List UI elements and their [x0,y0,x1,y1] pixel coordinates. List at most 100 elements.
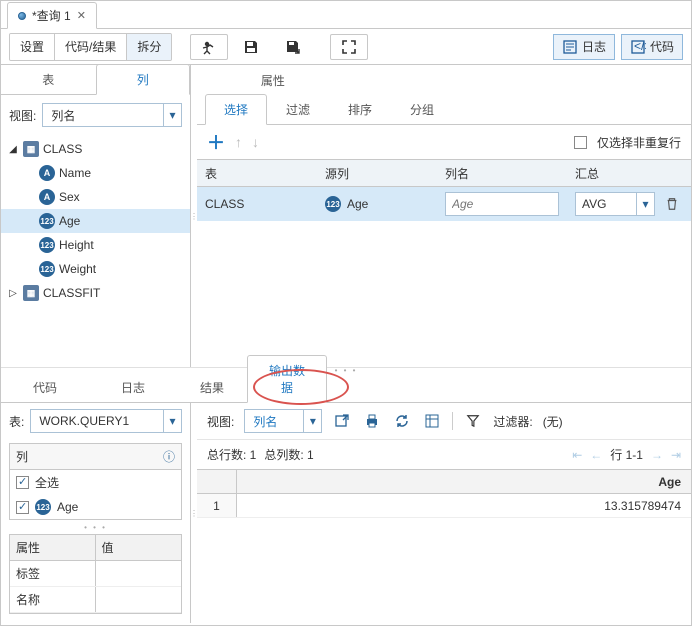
move-down-button[interactable]: ↓ [252,134,259,150]
tree-col-height[interactable]: 123Height [1,233,190,257]
tree-col-name[interactable]: AName [1,161,190,185]
view-button-group: 设置 代码/结果 拆分 [9,33,172,61]
refresh-icon [394,413,410,429]
next-page-button[interactable]: → [651,448,663,462]
dirty-indicator-icon [18,12,26,20]
tab-filter[interactable]: 过滤 [267,94,329,124]
output-data-grid: Age 1 13.315789474 [197,469,691,623]
total-rows: 总行数: 1 [207,446,256,463]
numeric-icon: 123 [39,213,55,229]
tree-node-class[interactable]: ◢ ▦ CLASS [1,137,190,161]
run-button[interactable] [190,34,228,60]
tab-code-bottom[interactable]: 代码 [1,372,89,402]
row-table-cell: CLASS [197,197,317,211]
print-icon [364,413,380,429]
main-toolbar: 设置 代码/结果 拆分 日志 </> 代码 [1,29,691,65]
tree-col-sex[interactable]: ASex [1,185,190,209]
tree-node-classfit[interactable]: ▷ ▦ CLASSFIT [1,281,190,305]
left-pane: 表 列 视图: 列名 ▾ ◢ ▦ CLASS AName ASex 123Age… [1,65,191,367]
saveas-icon [285,39,301,55]
chevron-down-icon[interactable]: ▾ [636,193,654,215]
tree-col-weight[interactable]: 123Weight [1,257,190,281]
saveas-button[interactable] [274,34,312,60]
log-panel-button[interactable]: 日志 [553,34,615,60]
distinct-checkbox[interactable] [574,136,587,149]
numeric-icon: 123 [39,237,55,253]
delete-row-button[interactable] [665,197,679,211]
first-page-button[interactable]: ⇤ [572,448,582,462]
tab-log-bottom[interactable]: 日志 [89,372,177,402]
col-header-age[interactable]: Age [237,475,691,489]
filter-icon [466,414,480,428]
row-source-cell: 123 Age [317,196,437,212]
column-name-input[interactable] [445,192,559,216]
view-label: 视图: [9,107,36,124]
view-select[interactable]: 列名 ▾ [42,103,182,127]
code-results-button[interactable]: 代码/结果 [55,34,127,60]
query-sub-tabs: 选择 过滤 排序 分组 [197,95,691,125]
tab-result-bottom[interactable]: 结果 [177,372,247,402]
trash-icon [665,197,679,211]
tab-table[interactable]: 表 [1,64,96,94]
filter-button[interactable] [463,411,483,431]
table-icon: ▦ [23,285,39,301]
total-cols: 总列数: 1 [264,446,313,463]
output-table-select[interactable]: WORK.QUERY1▾ [30,409,182,433]
move-up-button[interactable]: ↑ [235,134,242,150]
save-icon [243,39,259,55]
tab-attributes[interactable]: 属性 [196,66,350,95]
code-panel-button[interactable]: </> 代码 [621,34,683,60]
panel-splitter[interactable]: • • • [1,524,190,530]
row-header-corner [197,470,237,493]
chevron-down-icon[interactable]: ▾ [163,410,181,432]
refresh-button[interactable] [392,411,412,431]
file-tab-strip: *查询 1 ✕ [1,1,691,29]
cell-age: 13.315789474 [237,499,691,513]
file-tab[interactable]: *查询 1 ✕ [7,2,97,29]
collapse-icon[interactable]: ◢ [7,144,19,155]
row-number: 1 [197,494,237,517]
chevron-down-icon[interactable]: ▾ [303,410,321,432]
prop-row-label[interactable]: 标签 [10,561,181,587]
collapse-columns-icon[interactable]: ⓘ [163,448,175,465]
add-column-button[interactable]: ＋ [207,129,225,155]
expand-icon[interactable]: ▷ [7,288,19,299]
tab-sort[interactable]: 排序 [329,94,391,124]
print-button[interactable] [362,411,382,431]
data-row[interactable]: 1 13.315789474 [197,494,691,518]
column-tree: ◢ ▦ CLASS AName ASex 123Age 123Height 12… [1,135,190,367]
last-page-button[interactable]: ⇥ [671,448,681,462]
open-icon [334,413,350,429]
filter-value: (无) [543,413,563,430]
select-grid-row[interactable]: CLASS 123 Age AVG▾ [197,187,691,221]
chevron-down-icon[interactable]: ▾ [163,104,181,126]
select-all-checkbox[interactable] [16,476,29,489]
prev-page-button[interactable]: ← [590,448,602,462]
filter-label: 过滤器: [493,413,532,430]
open-table-button[interactable] [332,411,352,431]
bottom-left-pane: 表: WORK.QUERY1▾ 列 ⓘ 全选 123 Age [1,403,191,623]
bottom-right-pane: 视图: 列名▾ 过滤器: (无) 总行数: 1 总列数: 1 ⇤ ← 行 1-1… [197,403,691,623]
tree-col-age[interactable]: 123Age [1,209,190,233]
fullscreen-button[interactable] [330,34,368,60]
tab-group[interactable]: 分组 [391,94,453,124]
save-button[interactable] [232,34,270,60]
tab-select[interactable]: 选择 [205,94,267,125]
aggregate-select[interactable]: AVG▾ [575,192,655,216]
select-all-row[interactable]: 全选 [10,470,181,495]
details-button[interactable] [422,411,442,431]
tab-column[interactable]: 列 [96,64,191,95]
col-check-age[interactable]: 123 Age [10,495,181,519]
right-pane: 属性 选择 过滤 排序 分组 ＋ ↑ ↓ 仅选择非重复行 表 源列 列名 汇总 … [197,65,691,367]
prop-row-name[interactable]: 名称 [10,587,181,613]
age-checkbox[interactable] [16,501,29,514]
tab-output-bottom[interactable]: 输出数据 [247,355,327,403]
char-icon: A [39,165,55,181]
br-view-select[interactable]: 列名▾ [244,409,322,433]
table-label: 表: [9,413,24,430]
output-toolbar: 视图: 列名▾ 过滤器: (无) [197,403,691,440]
settings-button[interactable]: 设置 [10,34,55,60]
columns-panel: 列 ⓘ 全选 123 Age [9,443,182,520]
split-button[interactable]: 拆分 [127,34,171,60]
close-icon[interactable]: ✕ [77,9,86,22]
